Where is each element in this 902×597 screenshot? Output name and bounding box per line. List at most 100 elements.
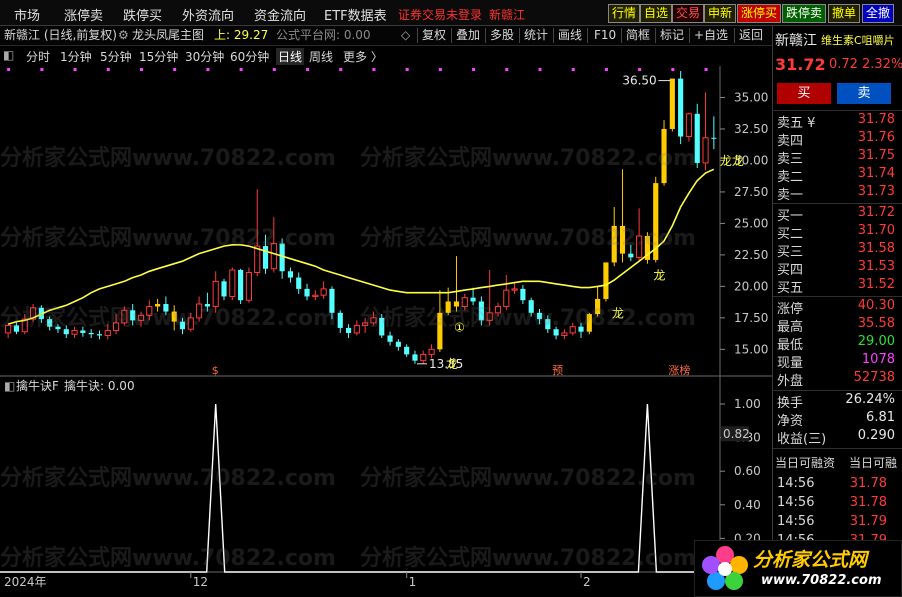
ask-label: 卖二	[777, 170, 804, 185]
stock-title: 新赣江 (日线,前复权)	[4, 28, 117, 42]
candle-body	[238, 270, 244, 301]
chart-annotation: 龙龙	[720, 154, 744, 168]
stat-label: 收益(三)	[777, 432, 827, 447]
candle-body	[603, 262, 609, 299]
signal-dot	[239, 68, 243, 71]
stat-value: 26.24%	[845, 392, 895, 407]
period-tab-5m[interactable]: 5分钟	[100, 48, 132, 65]
toolbar-overlay-button[interactable]: 叠加	[456, 27, 480, 44]
candle-body	[146, 306, 153, 316]
signal-dot	[306, 68, 310, 71]
signal-dot	[405, 68, 409, 71]
indicator-settings-icon[interactable]: ⚙	[118, 27, 129, 44]
period-tab-15m[interactable]: 15分钟	[139, 48, 178, 65]
quick-watchlist-button[interactable]: 自选	[640, 4, 673, 23]
menu-capital-flow[interactable]: 资金流向	[254, 5, 306, 24]
candle-body	[412, 354, 418, 361]
toolbar-stats-button[interactable]: 统计	[524, 27, 548, 44]
candle-body	[270, 243, 277, 270]
bid-row-2[interactable]: 买二 31.70	[775, 223, 901, 242]
quick-limit-up-buy-button[interactable]: 涨停买	[737, 4, 782, 23]
quote-price: 31.72	[775, 55, 826, 74]
chart-annotation: ①	[454, 320, 465, 334]
quote-news-ticker[interactable]: 维生素C咀嚼片	[821, 32, 895, 48]
toolbar-adjust-button[interactable]: 复权	[422, 27, 446, 44]
signal-dot	[272, 68, 276, 71]
candle-body	[320, 288, 327, 296]
period-tab-more[interactable]: 更多 〉	[343, 48, 383, 65]
toolbar-f10-button[interactable]: F10	[594, 27, 616, 44]
toolbar-multistock-button[interactable]: 多股	[490, 27, 514, 44]
chart-area[interactable]: 15.0017.5020.0022.5025.0027.5030.0032.50…	[0, 0, 772, 597]
ask-row-5[interactable]: 卖五 ¥ 31.78	[775, 112, 901, 131]
toolbar-draw-button[interactable]: 画线	[558, 27, 582, 44]
stat-label: 现量	[777, 356, 804, 371]
toolbar-simple-frame-button[interactable]: 简框	[626, 27, 650, 44]
period-tab-60m[interactable]: 60分钟	[230, 48, 269, 65]
candle-body	[628, 253, 634, 258]
sell-button[interactable]: 卖	[837, 83, 891, 104]
signal-dot	[106, 68, 110, 71]
menu-market[interactable]: 市场	[14, 5, 40, 24]
quick-cancel-button[interactable]: 撤单	[828, 4, 861, 23]
indicator-name[interactable]: 龙头凤尾主图	[132, 27, 204, 44]
candle-body	[345, 327, 352, 333]
period-tab-30m[interactable]: 30分钟	[185, 48, 224, 65]
margin-header-2: 当日可融	[849, 456, 898, 470]
period-tab-daily[interactable]: 日线	[276, 48, 305, 65]
signal-dot	[173, 68, 177, 71]
panel-toggle-icon[interactable]: ◧	[3, 48, 14, 62]
ask-label: 卖五 ¥	[777, 116, 816, 131]
buy-button[interactable]: 买	[777, 83, 831, 104]
chart-annotation: 龙	[446, 357, 458, 371]
period-tab-1m[interactable]: 1分钟	[60, 48, 92, 65]
toolbar-divider	[621, 28, 622, 43]
bid-label: 买五	[777, 281, 804, 296]
login-status[interactable]: 证券交易未登录	[398, 6, 482, 23]
quick-ipo-button[interactable]: 申新	[704, 4, 737, 23]
candle-body	[5, 324, 12, 334]
ask-row-2[interactable]: 卖二 31.74	[775, 166, 901, 185]
bid-row-1[interactable]: 买一 31.72	[775, 205, 901, 224]
candle-body	[245, 272, 252, 301]
chart-annotation: 龙	[612, 306, 624, 320]
quick-trade-button[interactable]: 交易	[672, 4, 705, 23]
candle-body	[404, 346, 410, 355]
tick-row: 14:56 31.79	[775, 514, 901, 532]
formula-site-value: 公式平台网: 0.00	[276, 28, 371, 42]
toolbar-back-button[interactable]: 返回	[739, 27, 763, 44]
bottom-marker: 涨榜	[668, 363, 690, 377]
menu-limit-up-sell[interactable]: 涨停卖	[64, 5, 103, 24]
signal-dot	[472, 68, 476, 71]
menu-limit-down-buy[interactable]: 跌停买	[123, 5, 162, 24]
bid-row-5[interactable]: 买五 31.52	[775, 277, 901, 296]
toolbar-add-watchlist-button[interactable]: +自选	[694, 27, 728, 44]
bid-row-4[interactable]: 买四 31.53	[775, 259, 901, 278]
candle-body	[420, 353, 427, 362]
toolbar-mark-button[interactable]: 标记	[660, 27, 684, 44]
expand-icon[interactable]: ◇	[401, 27, 410, 44]
menu-foreign-flow[interactable]: 外资流向	[182, 5, 234, 24]
candle-body	[155, 304, 161, 307]
toolbar-divider	[519, 28, 520, 43]
candle-body	[96, 334, 103, 336]
candle-body	[611, 225, 617, 263]
stat-label: 外盘	[777, 374, 804, 389]
stat-label: 涨停	[777, 302, 804, 317]
bid-row-3[interactable]: 买三 31.58	[775, 241, 901, 260]
bid-price: 31.70	[857, 223, 895, 238]
period-tab-weekly[interactable]: 周线	[309, 48, 333, 65]
logo-url: www.70822.com	[761, 573, 882, 588]
menu-etf-table[interactable]: ETF数据表	[324, 5, 387, 24]
quick-cancel-all-button[interactable]: 全撤	[862, 4, 895, 23]
toolbar-divider	[734, 28, 735, 43]
ask-row-3[interactable]: 卖三 31.75	[775, 148, 901, 167]
period-tab-tick[interactable]: 分时	[26, 48, 50, 65]
bid-price: 31.53	[857, 259, 895, 274]
quick-limit-down-sell-button[interactable]: 跌停卖	[782, 4, 827, 23]
quick-quote-button[interactable]: 行情	[608, 4, 641, 23]
ask-row-1[interactable]: 卖一 31.73	[775, 184, 901, 203]
ask-row-4[interactable]: 卖四 31.76	[775, 130, 901, 149]
stat-label: 净资	[777, 414, 804, 429]
signal-dot	[7, 68, 11, 71]
